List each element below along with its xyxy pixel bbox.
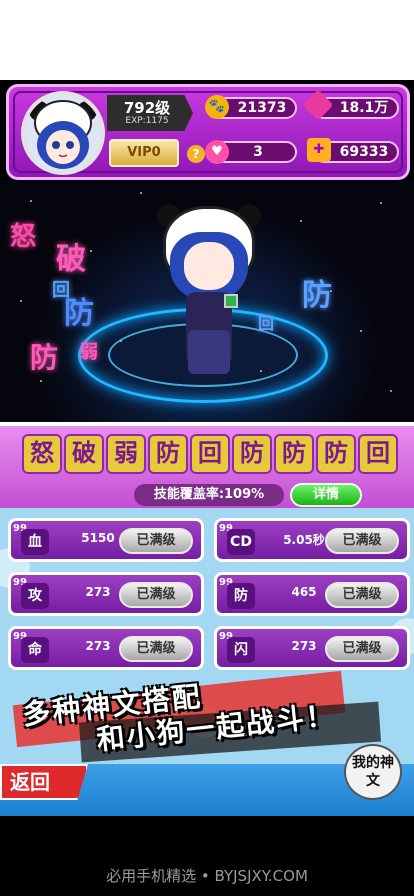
- paw-coin-value: 21373: [237, 100, 287, 116]
- help-icon[interactable]: ?: [187, 145, 205, 163]
- heart-value: 3: [253, 144, 263, 160]
- rune-slot-8[interactable]: 防: [316, 434, 356, 474]
- floating-rune-7: 防: [302, 278, 332, 313]
- battle-scene: 怒 破 回 防 防 弱 防 回: [0, 180, 414, 422]
- floating-rune-2: 破: [56, 242, 86, 277]
- rune-slot-6[interactable]: 防: [232, 434, 272, 474]
- floating-rune-4: 防: [64, 296, 94, 331]
- stat-card-hit: 99 命 273 已满级: [8, 626, 204, 670]
- floating-rune-1: 怒: [10, 222, 37, 252]
- watermark-footer: 必用手机精选 • BYJSJXY.COM: [106, 867, 308, 885]
- details-button[interactable]: 详情: [290, 483, 362, 507]
- paw-icon: 🐾: [205, 95, 229, 119]
- skill-strip: 怒 破 弱 防 回 防 防 防 回 技能覆盖率:109% 详情: [0, 422, 414, 508]
- player-avatar[interactable]: [21, 91, 105, 175]
- puzzle-value: 69333: [339, 144, 389, 160]
- top-blank-area: [0, 0, 414, 80]
- maxed-button[interactable]: 已满级: [119, 528, 193, 554]
- stat-card-defense: 99 防 465 已满级: [214, 572, 410, 616]
- puzzle-icon: ✚: [307, 138, 331, 162]
- stat-name: 闪: [227, 637, 255, 663]
- rune-slot-3[interactable]: 弱: [106, 434, 146, 474]
- rune-slot-5[interactable]: 回: [190, 434, 230, 474]
- floating-rune-8: 回: [258, 314, 275, 333]
- stat-name: CD: [227, 529, 255, 555]
- stat-name: 防: [227, 583, 255, 609]
- rune-slot-4[interactable]: 防: [148, 434, 188, 474]
- stat-card-hp: 99 血 5150 已满级: [8, 518, 204, 562]
- maxed-button[interactable]: 已满级: [325, 636, 399, 662]
- stat-name: 攻: [21, 583, 49, 609]
- heart-icon: ♥: [205, 140, 229, 164]
- character-legs: [188, 330, 230, 374]
- back-button[interactable]: 返回: [0, 764, 88, 800]
- level-box: 792级 EXP:1175: [107, 95, 193, 131]
- stat-card-cd: 99 CD 5.05秒 已满级: [214, 518, 410, 562]
- stat-name: 血: [21, 529, 49, 555]
- gem-value: 18.1万: [339, 100, 389, 116]
- stat-card-attack: 99 攻 273 已满级: [8, 572, 204, 616]
- rune-slot-7[interactable]: 防: [274, 434, 314, 474]
- player-header: 792级 EXP:1175 VIP0 ? 21373 🐾 18.1万 3 ♥ 6…: [6, 84, 410, 180]
- rune-slot-1[interactable]: 怒: [22, 434, 62, 474]
- panda-girl-avatar-icon: [29, 100, 97, 169]
- my-runes-button[interactable]: 我的神文: [344, 744, 402, 800]
- player-exp: EXP:1175: [125, 116, 169, 126]
- stat-card-dodge: 99 闪 273 已满级: [214, 626, 410, 670]
- maxed-button[interactable]: 已满级: [119, 582, 193, 608]
- player-level: 792级: [123, 99, 171, 117]
- maxed-button[interactable]: 已满级: [325, 528, 399, 554]
- rune-slot-2[interactable]: 破: [64, 434, 104, 474]
- maxed-button[interactable]: 已满级: [119, 636, 193, 662]
- character-face: [184, 242, 234, 290]
- card-icon: [224, 294, 238, 308]
- vip-badge[interactable]: VIP0: [109, 139, 179, 167]
- skill-coverage-label: 技能覆盖率:109%: [134, 484, 284, 506]
- floating-rune-5: 防: [30, 341, 59, 374]
- rune-slot-9[interactable]: 回: [358, 434, 398, 474]
- maxed-button[interactable]: 已满级: [325, 582, 399, 608]
- stat-name: 命: [21, 637, 49, 663]
- floating-rune-6: 弱: [80, 342, 98, 363]
